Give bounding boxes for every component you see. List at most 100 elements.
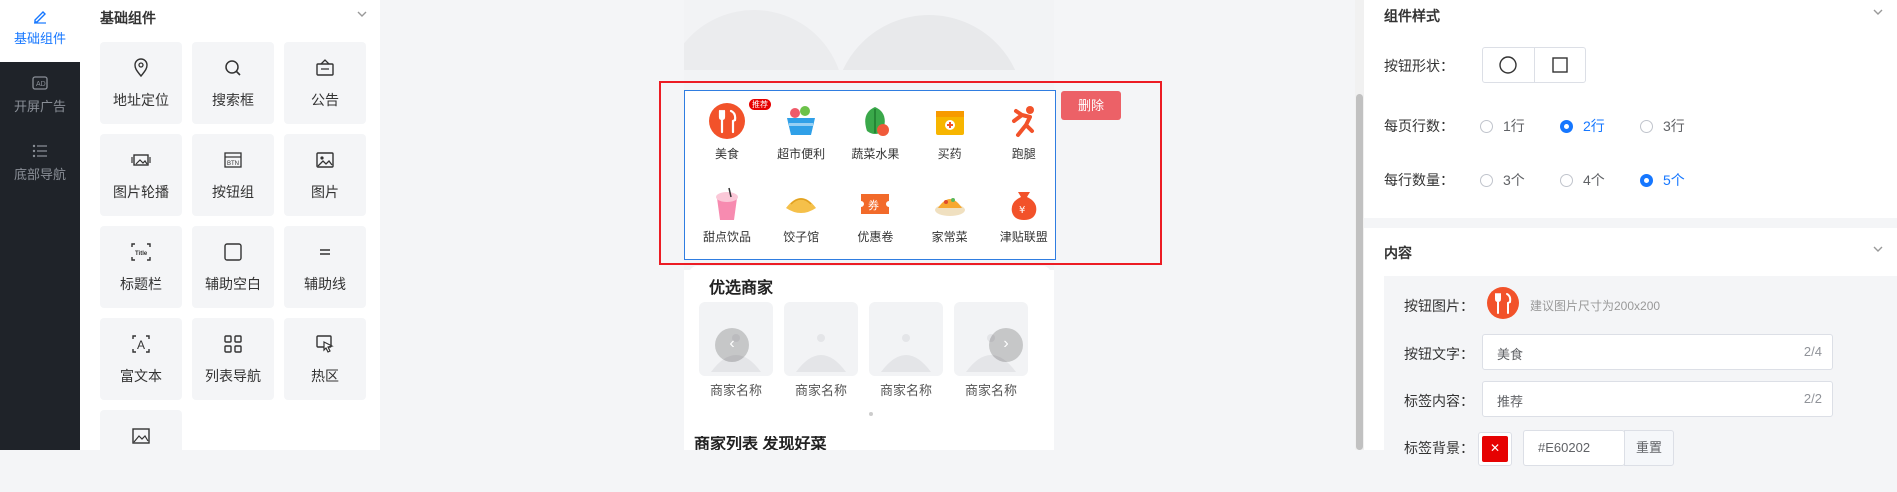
location-pin-icon — [100, 56, 182, 80]
palette-item-search[interactable]: 搜索框 — [192, 42, 274, 124]
palette-item-picture[interactable] — [100, 410, 182, 492]
color-picker[interactable]: ✕ — [1478, 432, 1512, 466]
palette-item-location[interactable]: 地址定位 — [100, 42, 182, 124]
nav-item-label: 超市便利 — [777, 147, 826, 161]
nav-item[interactable]: 超市便利 — [764, 101, 838, 162]
circle-shape-option[interactable] — [1483, 48, 1534, 82]
per-row-option-5[interactable]: 5个 — [1640, 170, 1685, 190]
per-row-option-label: 3个 — [1503, 172, 1525, 188]
scrollbar-thumb[interactable] — [1356, 94, 1363, 450]
image-label: 按钮图片： — [1404, 298, 1474, 314]
nav-item[interactable]: 家常菜 — [913, 184, 987, 245]
tag-color-input[interactable]: #E60202 — [1523, 430, 1625, 466]
component-palette: 基础组件 地址定位 搜索框 公告 图片轮播 BTN 按钮组 图片 Title 标… — [80, 0, 380, 492]
list-icon — [0, 144, 80, 162]
palette-item-notice[interactable]: 公告 — [284, 42, 366, 124]
svg-text:BTN: BTN — [227, 161, 239, 167]
runner-icon — [1004, 101, 1044, 141]
button-group-icon: BTN — [192, 148, 274, 172]
nav-item[interactable]: 券优惠卷 — [838, 184, 912, 245]
palette-item-hotspot[interactable]: 热区 — [284, 318, 366, 400]
reset-button[interactable]: 重置 — [1624, 430, 1674, 466]
dish-icon — [930, 184, 970, 224]
featured-merchants: 优选商家 商家名称 商家名称 商家名称 商家名称 ‹ › — [689, 266, 1051, 426]
square-shape-option[interactable] — [1533, 48, 1586, 82]
palette-item-divider[interactable]: 辅助线 — [284, 226, 366, 308]
nav-item[interactable]: 蔬菜水果 — [838, 101, 912, 162]
chevron-right-icon[interactable]: › — [989, 328, 1023, 362]
vegetable-icon — [855, 101, 895, 141]
chevron-left-icon[interactable]: ‹ — [715, 328, 749, 362]
palette-item-label: 图片 — [311, 184, 339, 200]
merchant-name: 商家名称 — [879, 383, 932, 398]
palette-item-carousel[interactable]: 图片轮播 — [100, 134, 182, 216]
edit-icon — [0, 8, 80, 26]
delete-button[interactable]: 删除 — [1061, 91, 1121, 120]
tag-text-count: 2/2 — [1803, 391, 1822, 406]
palette-item-label: 热区 — [311, 368, 339, 384]
merchant-name: 商家名称 — [709, 383, 762, 398]
rich-text-icon: A — [100, 332, 182, 356]
button-group-component[interactable]: 推荐 美食 超市便利 蔬菜水果 买药 跑腿 甜点饮品 饺子馆券优惠卷 家常菜 ¥ 津贴联盟 — [684, 90, 1056, 260]
merchant-name: 商家名称 — [964, 383, 1017, 398]
image-hint: 建议图片尺寸为200x200 — [1530, 299, 1661, 313]
nav-item-label: 饺子馆 — [783, 230, 820, 244]
tag-label: 标签内容： — [1404, 393, 1474, 409]
svg-text:AD: AD — [36, 81, 46, 88]
palette-item-image[interactable]: 图片 — [284, 134, 366, 216]
rows-option-2[interactable]: 2行 — [1560, 116, 1605, 136]
button-text-input[interactable]: 美食 2/4 — [1482, 334, 1833, 370]
section-divider — [1364, 218, 1897, 228]
nav-item[interactable]: 跑腿 — [987, 101, 1061, 162]
canvas-scrollbar[interactable] — [1355, 0, 1364, 450]
nav-item[interactable]: 推荐 美食 — [690, 99, 771, 162]
rail-item-ad[interactable]: AD 开屏广告 — [0, 76, 80, 115]
nav-item[interactable]: 甜点饮品 — [690, 184, 764, 245]
nav-item[interactable]: 买药 — [913, 101, 987, 162]
per-row-option-4[interactable]: 4个 — [1560, 170, 1605, 190]
settings-panel: 组件样式 按钮形状： 每页行数： 1行 2行 3行 每行数量： 3个 4个 5个… — [1364, 0, 1897, 466]
nav-item-label: 美食 — [714, 147, 739, 161]
chevron-down-icon[interactable] — [1872, 6, 1884, 21]
palette-item-label: 辅助线 — [304, 276, 346, 292]
palette-item-rich-text[interactable]: A 富文本 — [100, 318, 182, 400]
rail-item-basic[interactable]: 基础组件 — [0, 8, 80, 47]
dumpling-icon — [781, 184, 821, 224]
palette-item-label: 标题栏 — [120, 276, 162, 292]
merchant-card[interactable] — [784, 302, 858, 376]
palette-item-blank[interactable]: 辅助空白 — [192, 226, 274, 308]
button-text-count: 2/4 — [1803, 344, 1822, 359]
rows-option-1[interactable]: 1行 — [1480, 116, 1525, 136]
title-bar-icon: Title — [100, 240, 182, 264]
rail-label: 开屏广告 — [13, 99, 66, 114]
palette-item-button-group[interactable]: BTN 按钮组 — [192, 134, 274, 216]
rail-label: 基础组件 — [13, 31, 66, 46]
tag-text-input[interactable]: 推荐 2/2 — [1482, 381, 1833, 417]
rail-item-bottom-nav[interactable]: 底部导航 — [0, 144, 80, 183]
chevron-down-icon[interactable] — [356, 8, 368, 23]
palette-item-list-nav[interactable]: 列表导航 — [192, 318, 274, 400]
button-image-thumb[interactable] — [1486, 286, 1520, 320]
palette-item-label: 公告 — [311, 92, 339, 108]
chevron-down-icon[interactable] — [1872, 243, 1884, 258]
rows-option-label: 2行 — [1583, 118, 1605, 134]
palette-item-title-bar[interactable]: Title 标题栏 — [100, 226, 182, 308]
palette-item-label: 地址定位 — [113, 92, 169, 108]
merchant-card[interactable] — [869, 302, 943, 376]
rows-option-3[interactable]: 3行 — [1640, 116, 1685, 136]
ad-icon: AD — [0, 76, 80, 94]
per-row-option-3[interactable]: 3个 — [1480, 170, 1525, 190]
nav-item[interactable]: 饺子馆 — [764, 184, 838, 245]
tag-color-value: #E60202 — [1538, 440, 1591, 455]
nav-item-label: 家常菜 — [931, 230, 968, 244]
banner-placeholder[interactable] — [684, 0, 1054, 70]
nav-item[interactable]: ¥ 津贴联盟 — [987, 184, 1061, 245]
medicine-box-icon — [930, 101, 970, 141]
image-carousel-icon — [100, 148, 182, 172]
drink-icon — [707, 184, 747, 224]
nav-item-label: 津贴联盟 — [999, 230, 1048, 244]
text-label: 按钮文字： — [1404, 346, 1474, 362]
svg-text:¥: ¥ — [1019, 205, 1025, 216]
nav-item-label: 买药 — [937, 147, 962, 161]
palette-item-label: 搜索框 — [212, 92, 254, 108]
